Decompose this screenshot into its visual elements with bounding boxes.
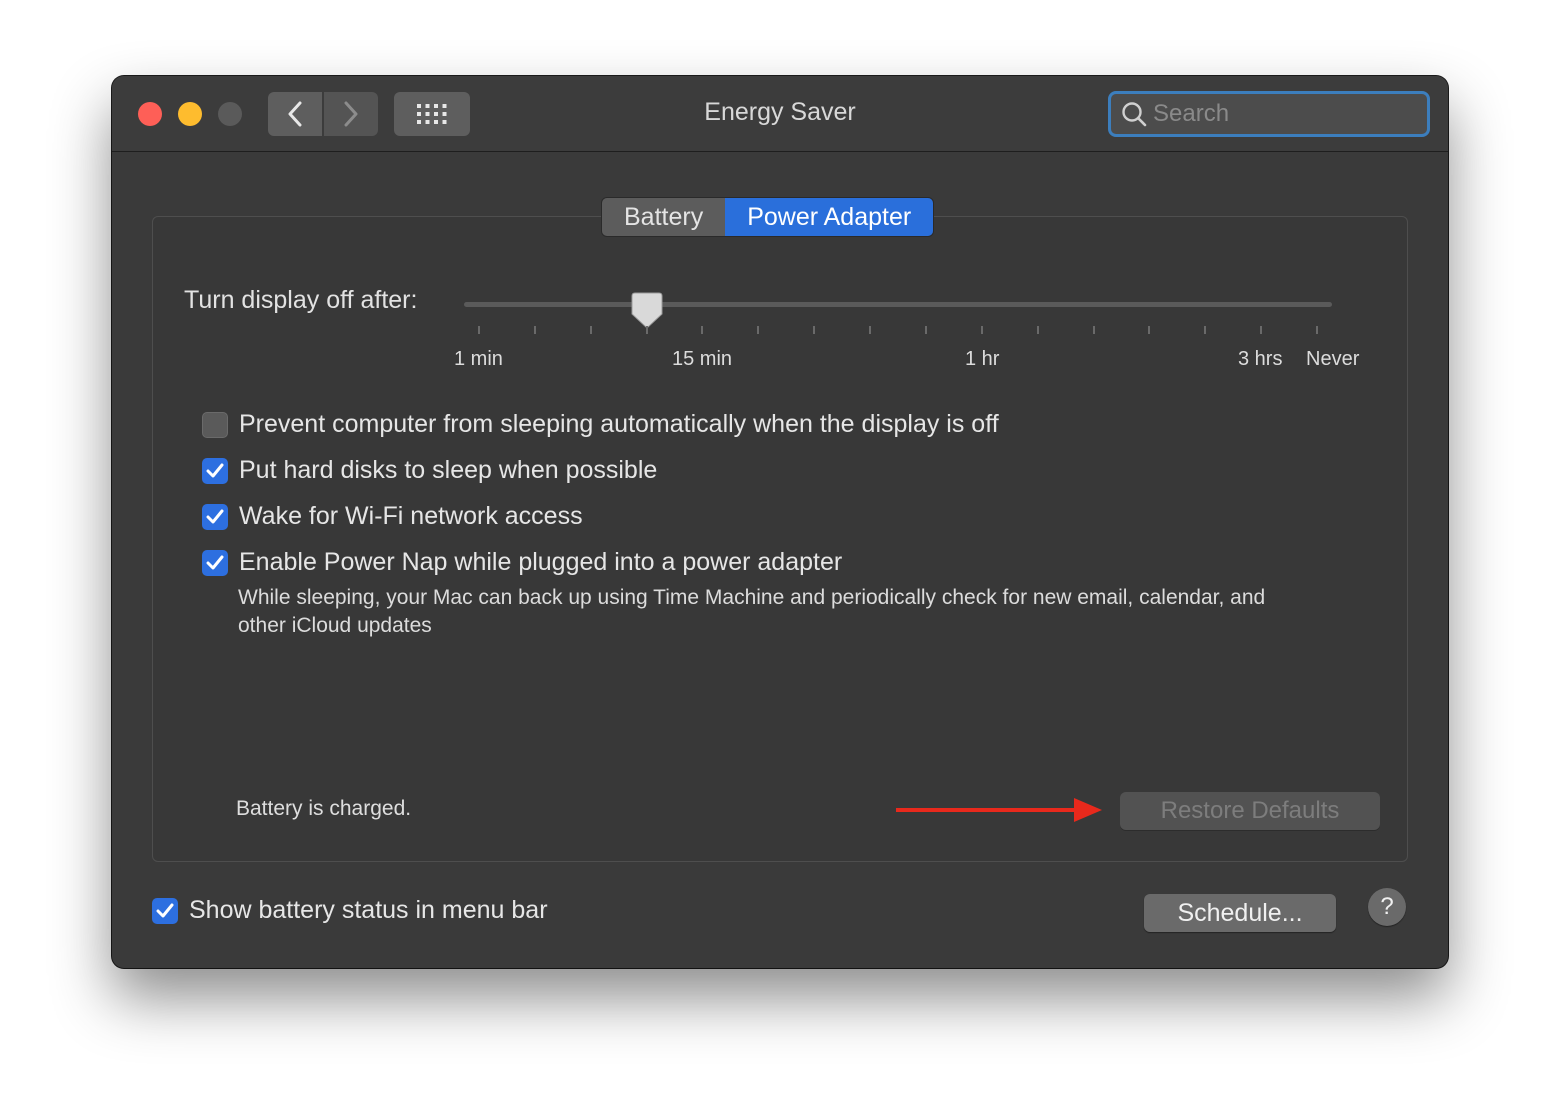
power-nap-description: While sleeping, your Mac can back up usi… <box>238 586 1266 637</box>
energy-saver-window: Energy Saver Battery Power Adapter Turn … <box>112 76 1448 968</box>
search-icon <box>1122 102 1147 127</box>
tick-label-3-hrs: 3 hrs <box>1238 348 1283 370</box>
option-power-nap[interactable]: Enable Power Nap while plugged into a po… <box>202 548 842 577</box>
prevent-sleep-label: Prevent computer from sleeping automatic… <box>239 410 999 438</box>
red-arrow-annotation <box>896 798 1102 822</box>
show-battery-status-checkbox[interactable] <box>152 897 178 924</box>
slider-tick <box>589 326 592 334</box>
schedule-button[interactable]: Schedule... <box>1144 894 1336 932</box>
checkmark-icon <box>206 555 224 569</box>
display-sleep-label: Turn display off after: <box>184 286 418 314</box>
restore-defaults-button[interactable]: Restore Defaults <box>1120 792 1380 830</box>
title-bar: Energy Saver <box>112 76 1448 152</box>
checkmark-icon <box>206 463 224 477</box>
checkmark-icon <box>206 509 224 523</box>
tab-power-adapter[interactable]: Power Adapter <box>725 198 934 236</box>
tick-label-15-min: 15 min <box>672 348 733 370</box>
tick-label-1-hr: 1 hr <box>965 348 1000 370</box>
slider-tick <box>1148 326 1151 334</box>
power-nap-label: Enable Power Nap while plugged into a po… <box>239 548 843 576</box>
search-field[interactable] <box>1108 91 1430 137</box>
option-prevent-sleep[interactable]: Prevent computer from sleeping automatic… <box>202 410 999 439</box>
slider-tick <box>478 326 480 334</box>
display-sleep-slider-track[interactable] <box>464 302 1332 307</box>
slider-tick <box>533 326 536 334</box>
slider-tick <box>924 326 927 334</box>
tick-label-never: Never <box>1306 348 1360 370</box>
tick-label-1-min: 1 min <box>454 348 503 370</box>
option-wake-wifi[interactable]: Wake for Wi-Fi network access <box>202 502 583 531</box>
wake-wifi-label: Wake for Wi-Fi network access <box>239 502 583 530</box>
option-hard-disk-sleep[interactable]: Put hard disks to sleep when possible <box>202 456 657 485</box>
slider-tick <box>701 326 704 334</box>
power-nap-checkbox[interactable] <box>202 549 228 576</box>
hard-disk-sleep-checkbox[interactable] <box>202 457 228 484</box>
slider-tick <box>1316 326 1318 334</box>
slider-tick <box>1092 326 1095 334</box>
tab-battery[interactable]: Battery <box>602 198 726 236</box>
battery-status-text: Battery is charged. <box>236 797 412 820</box>
checkmark-icon <box>156 903 174 917</box>
slider-tick <box>813 326 816 334</box>
slider-tick <box>1204 326 1207 334</box>
slider-tick <box>1036 326 1039 334</box>
show-battery-status-label: Show battery status in menu bar <box>189 896 548 924</box>
slider-tick <box>980 326 983 334</box>
option-show-battery-status[interactable]: Show battery status in menu bar <box>152 896 548 925</box>
slider-tick <box>869 326 872 334</box>
hard-disk-sleep-label: Put hard disks to sleep when possible <box>239 456 658 484</box>
slider-tick <box>1260 326 1263 334</box>
tab-bar: Battery Power Adapter <box>602 198 934 236</box>
display-sleep-slider-thumb[interactable] <box>631 292 663 330</box>
help-button[interactable]: ? <box>1368 888 1406 926</box>
prevent-sleep-checkbox[interactable] <box>202 411 228 438</box>
slider-tick <box>645 326 648 334</box>
search-input[interactable] <box>1151 99 1425 129</box>
wake-wifi-checkbox[interactable] <box>202 503 228 530</box>
slider-tick <box>757 326 760 334</box>
